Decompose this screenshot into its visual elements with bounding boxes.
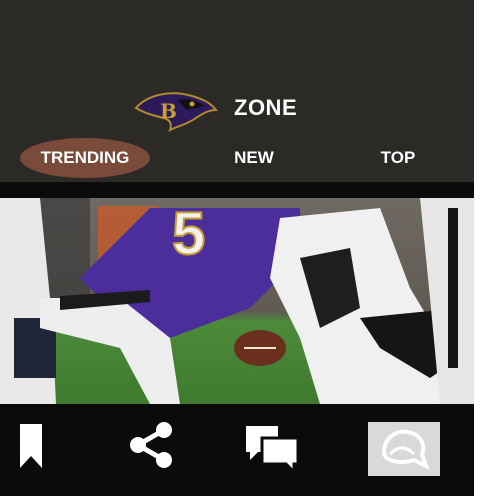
ravens-logo: B	[134, 92, 218, 132]
header: B ZONE TRENDING NEW TOP	[0, 0, 474, 182]
svg-text:B: B	[160, 99, 177, 123]
feed-photo[interactable]: 5	[0, 198, 474, 404]
football-photo: 5	[0, 198, 474, 404]
page-margin	[474, 0, 480, 496]
chat-bubble-icon[interactable]	[368, 422, 440, 476]
tab-top[interactable]: TOP	[360, 138, 436, 178]
bottom-toolbar	[0, 404, 474, 496]
comments-icon[interactable]	[244, 424, 300, 476]
share-icon[interactable]	[126, 420, 176, 470]
page-title: ZONE	[234, 95, 298, 120]
tab-bar: TRENDING NEW TOP	[0, 138, 474, 178]
jersey-number: 5	[172, 200, 205, 267]
divider	[0, 182, 474, 198]
tab-new[interactable]: NEW	[214, 138, 294, 178]
bookmark-icon[interactable]	[14, 422, 48, 472]
tab-trending[interactable]: TRENDING	[20, 138, 150, 178]
